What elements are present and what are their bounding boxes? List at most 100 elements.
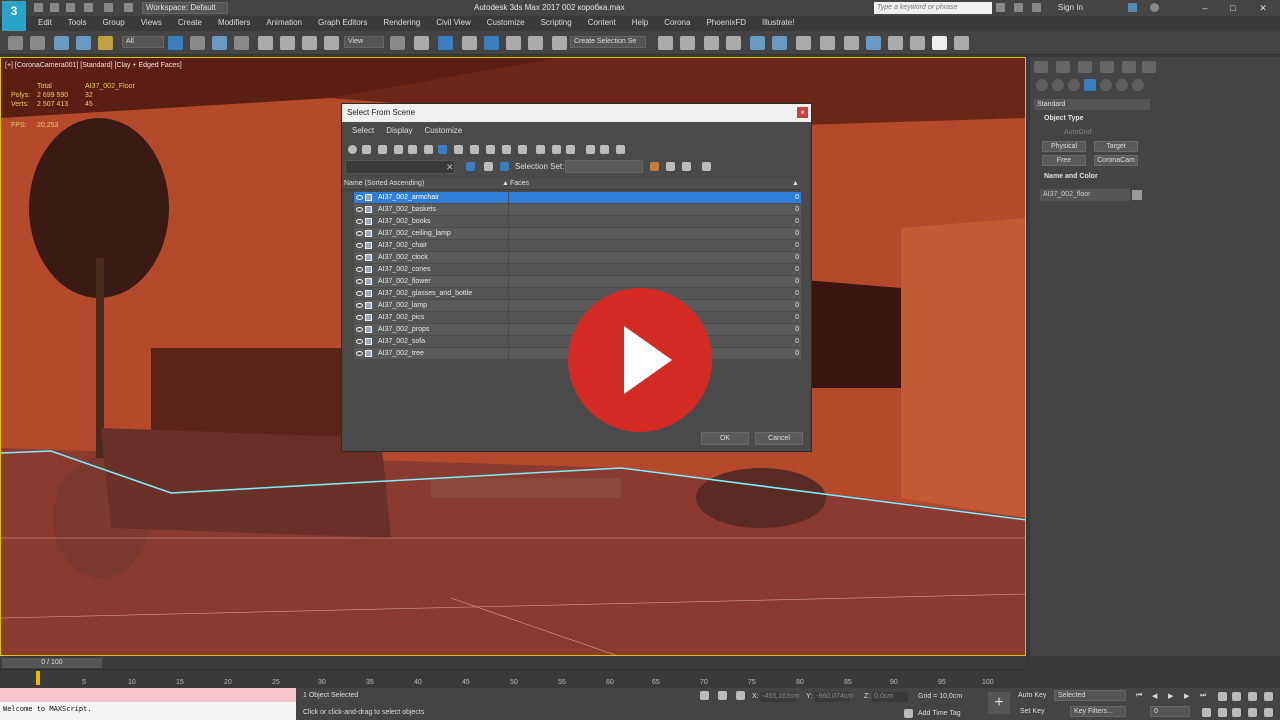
workspace-dropdown[interactable]: Workspace: Default [142, 2, 228, 14]
scroll-up-icon[interactable]: ▲ [792, 180, 799, 187]
display-helpers-icon[interactable] [408, 145, 417, 154]
help-search-input[interactable]: Type a keyword or phrase [874, 2, 992, 14]
display-groups-icon[interactable] [438, 145, 447, 154]
menu-create[interactable]: Create [170, 16, 210, 30]
remove-selection-set-icon[interactable] [682, 162, 691, 171]
menu-phoenixfd[interactable]: PhoenixFD [698, 16, 754, 30]
rectangular-selection-icon[interactable] [212, 36, 227, 50]
unlink-icon[interactable] [76, 36, 91, 50]
object-name-field[interactable]: AI37_002_floor [1040, 189, 1130, 201]
sync-selection-icon[interactable] [616, 145, 625, 154]
subscription-icon[interactable] [1014, 3, 1023, 12]
search-icon[interactable] [996, 3, 1005, 12]
redo-icon[interactable] [104, 3, 113, 12]
material-editor-icon[interactable] [820, 36, 835, 50]
menu-tools[interactable]: Tools [60, 16, 95, 30]
goto-start-icon[interactable]: ⏮ [1136, 692, 1142, 700]
menu-help[interactable]: Help [624, 16, 656, 30]
visibility-eye-icon[interactable] [356, 279, 363, 284]
display-frozen-icon[interactable] [502, 145, 511, 154]
rendered-frame-window-icon[interactable] [866, 36, 881, 50]
selection-lock-icon[interactable] [718, 691, 727, 700]
list-item[interactable]: AI37_002_books 0 [354, 216, 801, 228]
visibility-eye-icon[interactable] [356, 219, 363, 224]
space-warps-icon[interactable] [1116, 79, 1128, 91]
utilities-tab-icon[interactable] [1142, 61, 1156, 73]
rotate-icon[interactable] [280, 36, 295, 50]
clear-filter-icon[interactable]: ✕ [446, 162, 454, 173]
display-tab-icon[interactable] [1122, 61, 1136, 73]
dialog-menu-select[interactable]: Select [346, 124, 380, 138]
dialog-menu-customize[interactable]: Customize [418, 124, 468, 138]
schematic-view-icon[interactable] [796, 36, 811, 50]
modify-tab-icon[interactable] [1056, 61, 1070, 73]
menu-rendering[interactable]: Rendering [375, 16, 428, 30]
x-coordinate-field[interactable]: -455,163cm [760, 692, 799, 702]
help-icon[interactable] [1150, 3, 1159, 12]
3dsmax-logo-icon[interactable]: 3 [2, 1, 26, 31]
auto-key-button[interactable]: Auto Key [1018, 692, 1046, 699]
autogrid-checkbox[interactable]: AutoGrid [1034, 129, 1150, 136]
find-filter-icon[interactable] [466, 162, 475, 171]
maxscript-input[interactable] [0, 688, 296, 702]
display-geometry-icon[interactable] [348, 145, 357, 154]
maxscript-listener[interactable]: Welcome to MAXScript. [0, 688, 296, 720]
display-lights-icon[interactable] [378, 145, 387, 154]
set-key-button[interactable]: Set Key [1020, 708, 1045, 715]
select-object-icon[interactable] [168, 36, 183, 50]
menu-scripting[interactable]: Scripting [533, 16, 580, 30]
lights-icon[interactable] [1068, 79, 1080, 91]
object-category-dropdown[interactable]: Standard [1034, 99, 1150, 110]
zoom-extents-icon[interactable] [1248, 692, 1257, 701]
track-bar[interactable]: 5 10 15 20 25 30 35 40 45 50 55 60 65 70… [0, 669, 1026, 687]
list-item[interactable]: AI37_002_armchair 0 [354, 192, 801, 204]
current-frame-field[interactable]: 0 [1150, 706, 1190, 717]
spinner-snap-icon[interactable] [528, 36, 543, 50]
corona-camera-button[interactable]: CoronaCam [1094, 155, 1138, 166]
zoom-extents-all-icon[interactable] [1264, 692, 1273, 701]
reference-coordinate-dropdown[interactable]: View [344, 36, 384, 48]
hierarchy-tab-icon[interactable] [1078, 61, 1092, 73]
pan-view-icon[interactable] [1232, 708, 1241, 717]
create-selection-set-dropdown[interactable]: Create Selection Se [570, 36, 646, 48]
display-all-icon[interactable] [536, 145, 545, 154]
helpers-icon[interactable] [1100, 79, 1112, 91]
create-tab-icon[interactable] [1034, 61, 1048, 73]
manipulate-icon[interactable] [414, 36, 429, 50]
menu-modifiers[interactable]: Modifiers [210, 16, 258, 30]
open-file-icon[interactable] [50, 3, 59, 12]
pivot-center-icon[interactable] [390, 36, 405, 50]
add-time-tag[interactable]: Add Time Tag [918, 710, 961, 717]
visibility-eye-icon[interactable] [356, 327, 363, 332]
goto-end-icon[interactable]: ⏭ [1200, 692, 1206, 700]
render-production-icon[interactable] [888, 36, 903, 50]
scene-explorer-icon[interactable] [704, 36, 719, 50]
name-and-color-rollout[interactable]: Name and Color [1034, 173, 1150, 180]
z-coordinate-field[interactable]: 0,0cm [872, 692, 908, 702]
time-slider[interactable]: 0 / 100 [0, 657, 1026, 669]
display-bones-icon[interactable] [470, 145, 479, 154]
menu-views[interactable]: Views [133, 16, 170, 30]
list-item[interactable]: AI37_002_flower 0 [354, 276, 801, 288]
display-invert-icon[interactable] [566, 145, 575, 154]
dialog-close-icon[interactable]: × [797, 107, 808, 118]
save-selection-set-icon[interactable] [650, 162, 659, 171]
render-setup-icon[interactable] [844, 36, 859, 50]
move-icon[interactable] [258, 36, 273, 50]
key-filters-button[interactable]: Key Filters... [1070, 706, 1126, 717]
visibility-eye-icon[interactable] [356, 243, 363, 248]
window-crossing-icon[interactable] [234, 36, 249, 50]
column-name[interactable]: Name (Sorted Ascending) [344, 180, 424, 187]
menu-graph-editors[interactable]: Graph Editors [310, 16, 375, 30]
visibility-eye-icon[interactable] [356, 303, 363, 308]
keyboard-shortcut-toggle-icon[interactable] [438, 36, 453, 50]
display-cameras-icon[interactable] [394, 145, 403, 154]
undo-icon[interactable] [8, 36, 23, 50]
free-camera-button[interactable]: Free [1042, 155, 1086, 166]
isolate-selection-icon[interactable] [700, 691, 709, 700]
visibility-eye-icon[interactable] [356, 351, 363, 356]
display-none-icon[interactable] [552, 145, 561, 154]
scale-icon[interactable] [302, 36, 317, 50]
absolute-mode-icon[interactable] [736, 691, 745, 700]
maximize-viewport-icon[interactable] [1264, 708, 1273, 717]
